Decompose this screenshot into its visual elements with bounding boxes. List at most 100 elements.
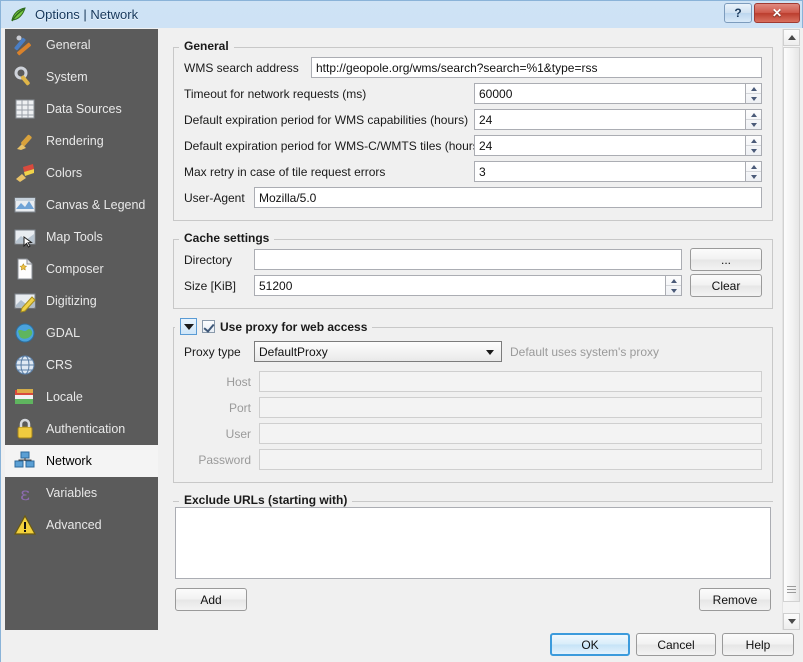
proxy-user-label: User	[225, 426, 251, 441]
proxy-host-row: Host	[184, 371, 762, 392]
dialog-body: General System Data Sources Rendering Colors…	[1, 28, 803, 662]
options-sidebar[interactable]: General System Data Sources Rendering Colors…	[5, 29, 158, 630]
title-bar: Options | Network ? ✕	[1, 1, 803, 28]
timeout-input[interactable]: 60000	[474, 83, 745, 104]
wrench-gear-icon	[14, 66, 30, 86]
proxy-type-label: Proxy type	[184, 344, 241, 359]
cache-directory-input[interactable]	[254, 249, 682, 270]
user-agent-label: User-Agent	[184, 190, 245, 205]
sidebar-item-digitizing[interactable]: Digitizing	[5, 285, 158, 317]
exclude-urls-group: Exclude URLs (starting with) Add Remove	[173, 492, 773, 611]
wms-search-address-input[interactable]: http://geopole.org/wms/search?search=%1&…	[311, 57, 762, 78]
sidebar-item-network[interactable]: Network	[5, 445, 158, 477]
wms-capabilities-expiry-spinner[interactable]: 24	[474, 109, 762, 130]
sidebar-item-general[interactable]: General	[5, 29, 158, 61]
wmsc-tiles-expiry-spinner[interactable]: 24	[474, 135, 762, 156]
proxy-user-input[interactable]	[259, 423, 762, 444]
spin-down-icon[interactable]	[666, 286, 681, 295]
wms-capabilities-spin-buttons[interactable]	[745, 109, 762, 130]
sidebar-item-variables[interactable]: ε Variables	[5, 477, 158, 509]
sidebar-item-locale[interactable]: Locale	[5, 381, 158, 413]
proxy-type-select[interactable]: DefaultProxy	[254, 341, 502, 362]
proxy-collapse-toggle[interactable]	[180, 318, 197, 335]
chevron-up-icon	[787, 35, 796, 40]
sidebar-item-label: Colors	[46, 165, 83, 180]
spin-up-icon[interactable]	[666, 276, 681, 286]
user-agent-input[interactable]: Mozilla/5.0	[254, 187, 762, 208]
sidebar-item-colors[interactable]: Colors	[5, 157, 158, 189]
chevron-down-icon	[183, 323, 194, 330]
max-retry-spinner[interactable]: 3	[474, 161, 762, 182]
network-settings-panel: General WMS search address http://geopol…	[163, 29, 783, 630]
max-retry-spin-buttons[interactable]	[745, 161, 762, 182]
sidebar-item-rendering[interactable]: Rendering	[5, 125, 158, 157]
sidebar-item-advanced[interactable]: Advanced	[5, 509, 158, 541]
exclude-urls-list[interactable]	[175, 507, 771, 579]
scroll-down-button[interactable]	[783, 613, 800, 630]
sidebar-item-label: Network	[46, 453, 92, 468]
spin-down-icon[interactable]	[746, 146, 761, 155]
help-titlebar-button[interactable]: ?	[724, 3, 752, 23]
spin-up-icon[interactable]	[746, 84, 761, 94]
settings-scrollbar[interactable]	[782, 29, 800, 630]
scroll-up-button[interactable]	[783, 29, 800, 46]
browse-directory-button[interactable]: ...	[690, 248, 762, 271]
exclude-urls-group-title: Exclude URLs (starting with)	[179, 493, 353, 507]
general-group-title: General	[179, 39, 234, 53]
paintbrush-icon	[17, 134, 32, 150]
lock-icon	[17, 418, 33, 439]
clear-cache-button[interactable]: Clear	[690, 274, 762, 297]
spin-up-icon[interactable]	[746, 110, 761, 120]
options-dialog-window: Options | Network ? ✕ General System Data …	[0, 0, 803, 662]
timeout-spin-buttons[interactable]	[745, 83, 762, 104]
use-proxy-checkbox[interactable]	[202, 320, 215, 333]
spin-down-icon[interactable]	[746, 120, 761, 129]
wmsc-tiles-spin-buttons[interactable]	[745, 135, 762, 156]
sidebar-item-map-tools[interactable]: Map Tools	[5, 221, 158, 253]
spin-down-icon[interactable]	[746, 172, 761, 181]
cache-size-spin-buttons[interactable]	[665, 275, 682, 296]
sidebar-item-crs[interactable]: CRS	[5, 349, 158, 381]
sidebar-item-authentication[interactable]: Authentication	[5, 413, 158, 445]
table-grid-icon	[15, 99, 35, 119]
timeout-row: Timeout for network requests (ms) 60000	[184, 83, 762, 104]
cache-size-input[interactable]: 51200	[254, 275, 665, 296]
sidebar-item-label: Digitizing	[46, 293, 97, 308]
proxy-host-input[interactable]	[259, 371, 762, 392]
proxy-password-input[interactable]	[259, 449, 762, 470]
dialog-button-bar: OK Cancel Help	[550, 633, 794, 656]
proxy-type-value: DefaultProxy	[259, 344, 328, 359]
timeout-spinner[interactable]: 60000	[474, 83, 762, 104]
sidebar-item-gdal[interactable]: GDAL	[5, 317, 158, 349]
spin-down-icon[interactable]	[746, 94, 761, 103]
max-retry-input[interactable]: 3	[474, 161, 745, 182]
chevron-down-icon	[486, 350, 494, 355]
help-button[interactable]: Help	[722, 633, 794, 656]
proxy-port-input[interactable]	[259, 397, 762, 418]
spin-up-icon[interactable]	[746, 136, 761, 146]
cache-size-spinner[interactable]: 51200	[254, 275, 682, 296]
spin-up-icon[interactable]	[746, 162, 761, 172]
sidebar-item-system[interactable]: System	[5, 61, 158, 93]
sidebar-item-label: Authentication	[46, 421, 126, 436]
ok-button[interactable]: OK	[550, 633, 630, 656]
cancel-button[interactable]: Cancel	[636, 633, 716, 656]
sidebar-item-data-sources[interactable]: Data Sources	[5, 93, 158, 125]
timeout-label: Timeout for network requests (ms)	[184, 86, 367, 101]
sidebar-item-label: GDAL	[46, 325, 81, 340]
wms-capabilities-expiry-row: Default expiration period for WMS capabi…	[184, 109, 762, 130]
use-proxy-label: Use proxy for web access	[220, 319, 368, 334]
sidebar-item-label: Advanced	[46, 517, 102, 532]
wmsc-tiles-expiry-input[interactable]: 24	[474, 135, 745, 156]
sidebar-item-composer[interactable]: Composer	[5, 253, 158, 285]
close-icon[interactable]: ✕	[754, 3, 800, 23]
scrollbar-thumb[interactable]	[783, 47, 800, 602]
sidebar-item-label: Locale	[46, 389, 83, 404]
wms-capabilities-expiry-input[interactable]: 24	[474, 109, 745, 130]
sidebar-item-canvas-legend[interactable]: Canvas & Legend	[5, 189, 158, 221]
page-compose-icon	[17, 258, 33, 280]
add-url-button[interactable]: Add	[175, 588, 247, 611]
proxy-password-label: Password	[198, 452, 251, 467]
remove-url-button[interactable]: Remove	[699, 588, 771, 611]
settings-scroll-viewport[interactable]: General WMS search address http://geopol…	[163, 29, 800, 630]
